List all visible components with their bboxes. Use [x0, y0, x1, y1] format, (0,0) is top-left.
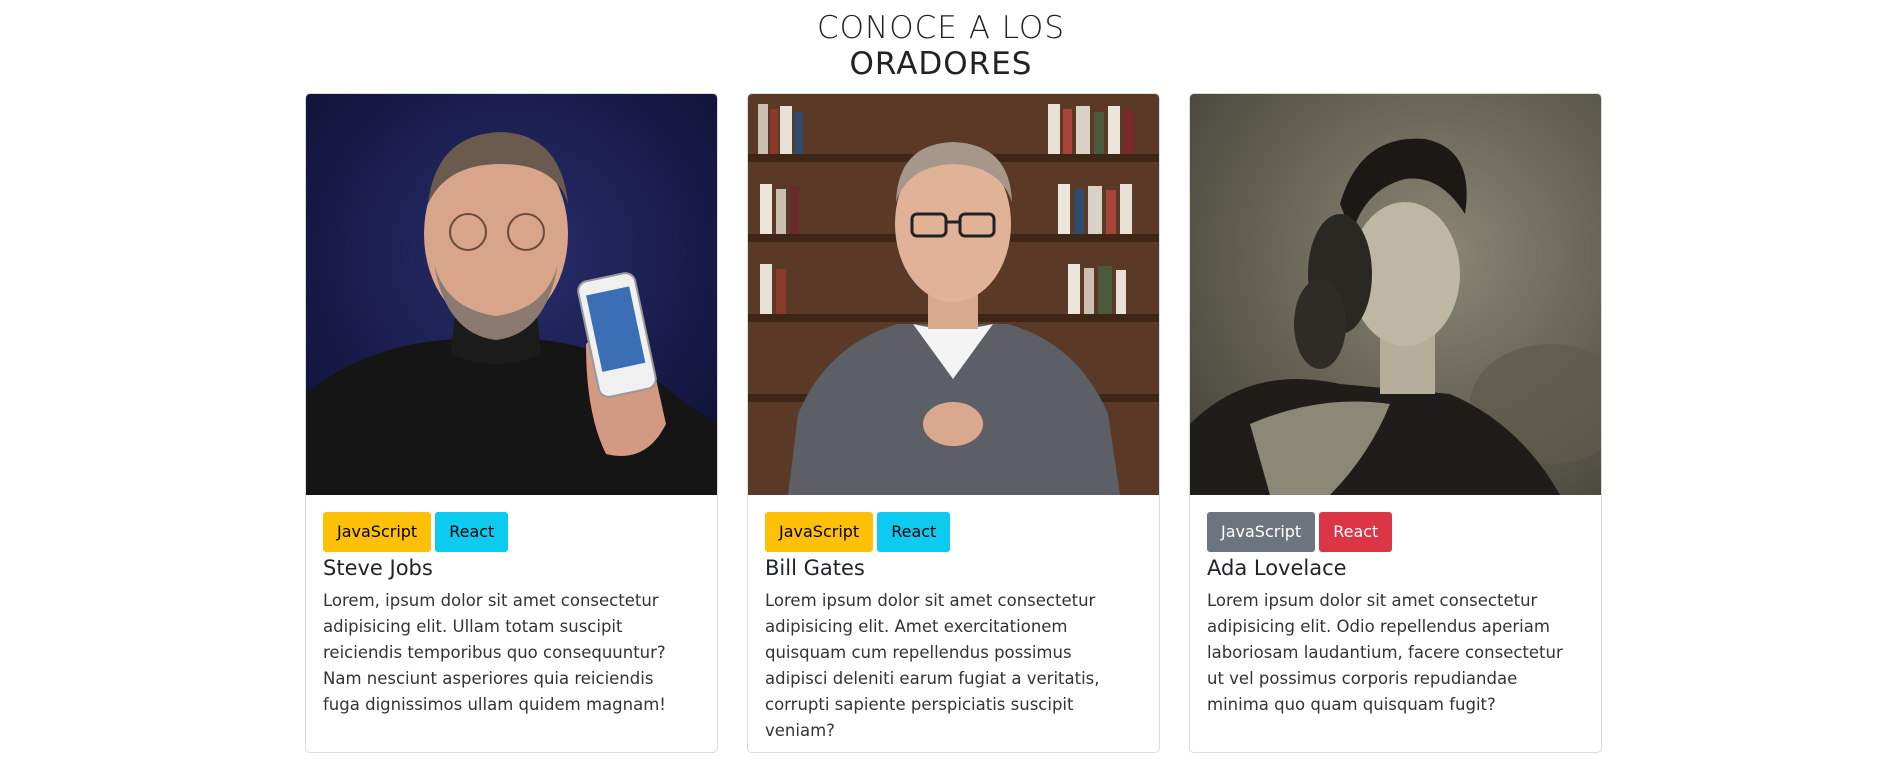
bill-gates-photo: [748, 94, 1159, 495]
speaker-cards: JavaScript React Steve Jobs Lorem, ipsum…: [305, 93, 1605, 755]
badge-javascript[interactable]: JavaScript: [765, 512, 874, 552]
speaker-name: Ada Lovelace: [1207, 556, 1347, 580]
tech-badges: JavaScript React: [765, 512, 1142, 552]
badge-react[interactable]: React: [435, 512, 509, 552]
speaker-photo: [748, 94, 1159, 495]
heading-line-1: CONOCE A LOS: [816, 10, 1066, 46]
speaker-card-steve-jobs: JavaScript React Steve Jobs Lorem, ipsum…: [305, 93, 718, 753]
section-heading: CONOCE A LOS ORADORES: [0, 10, 1882, 82]
card-body: JavaScript React Ada Lovelace Lorem ipsu…: [1190, 495, 1601, 718]
heading-line-2: ORADORES: [849, 46, 1033, 82]
badge-javascript[interactable]: JavaScript: [323, 512, 432, 552]
speaker-description: Lorem, ipsum dolor sit amet consectetur …: [323, 591, 666, 714]
speaker-description: Lorem ipsum dolor sit amet consectetur a…: [1207, 591, 1563, 714]
card-body: JavaScript React Steve Jobs Lorem, ipsum…: [306, 495, 717, 718]
badge-react[interactable]: React: [1319, 512, 1393, 552]
speaker-name: Steve Jobs: [323, 556, 433, 580]
speaker-name: Bill Gates: [765, 556, 865, 580]
speaker-photo: [1190, 94, 1601, 495]
speaker-photo: [306, 94, 717, 495]
steve-jobs-photo: [306, 94, 717, 495]
tech-badges: JavaScript React: [1207, 512, 1584, 552]
speaker-description: Lorem ipsum dolor sit amet consectetur a…: [765, 591, 1100, 740]
tech-badges: JavaScript React: [323, 512, 700, 552]
speaker-card-ada-lovelace: JavaScript React Ada Lovelace Lorem ipsu…: [1189, 93, 1602, 753]
ada-lovelace-photo: [1190, 94, 1601, 495]
badge-react[interactable]: React: [877, 512, 951, 552]
card-body: JavaScript React Bill Gates Lorem ipsum …: [748, 495, 1159, 744]
badge-javascript[interactable]: JavaScript: [1207, 512, 1316, 552]
speaker-card-bill-gates: JavaScript React Bill Gates Lorem ipsum …: [747, 93, 1160, 753]
